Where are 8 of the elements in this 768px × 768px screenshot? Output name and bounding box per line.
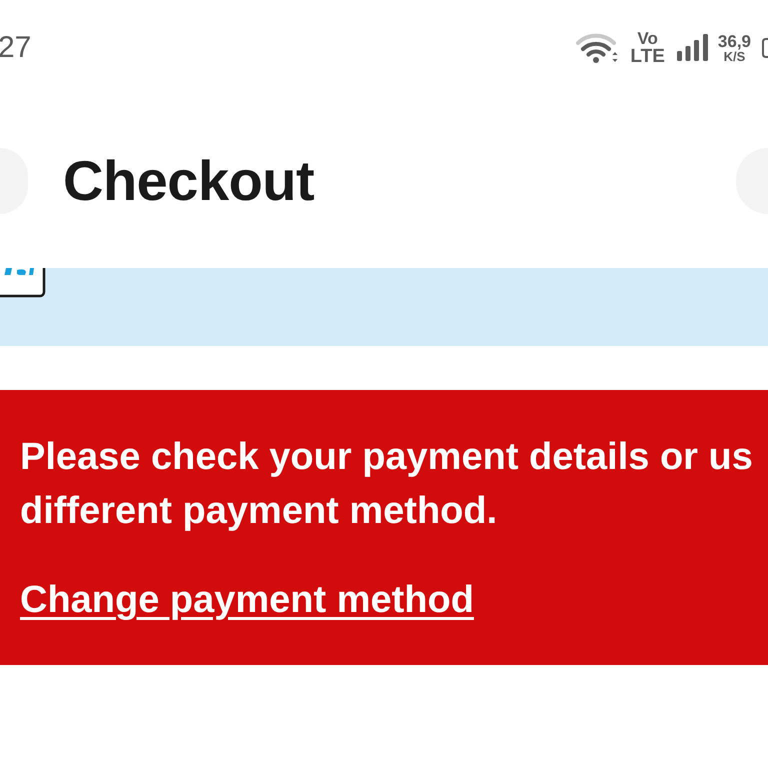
wifi-icon [576,32,618,62]
error-message: Please check your payment details or us different payment method. [20,435,753,534]
page-title: Checkout [63,150,314,212]
change-payment-link[interactable]: Change payment method [20,573,474,627]
signal-icon [676,34,708,61]
battery-icon [762,38,768,58]
network-speed-label: 36,9 K/S [718,32,751,62]
network-type-label: Vo LTE [630,30,665,66]
